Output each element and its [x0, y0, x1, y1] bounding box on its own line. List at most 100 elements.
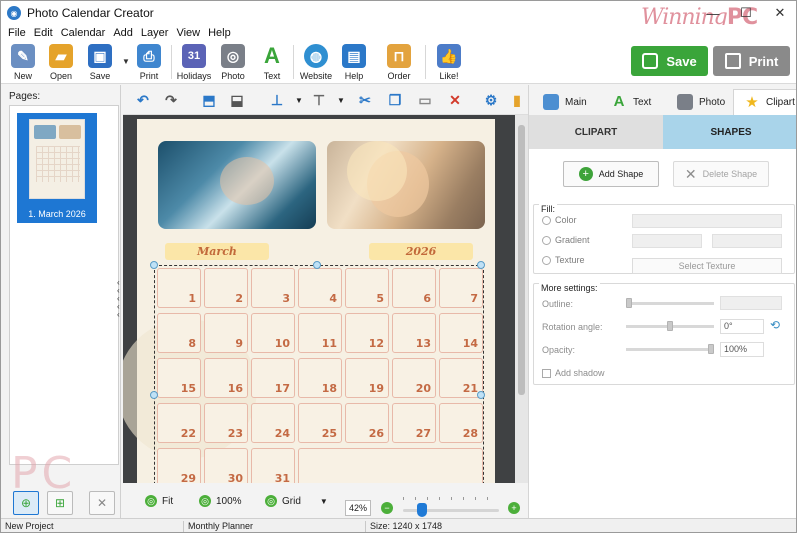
tab-main[interactable]: Main: [533, 89, 597, 115]
tab-text[interactable]: A Text: [601, 89, 665, 115]
rotation-slider-thumb[interactable]: [667, 321, 673, 331]
more-tools-icon[interactable]: ▮: [507, 90, 527, 110]
day-cell[interactable]: 23: [204, 403, 248, 443]
color-picker-field[interactable]: [632, 214, 782, 228]
text-button[interactable]: A Text: [252, 43, 292, 83]
grid-button[interactable]: ◎ Grid ▼: [265, 495, 328, 507]
day-cell[interactable]: 11: [298, 313, 342, 353]
fit-button[interactable]: ◎ Fit: [145, 495, 173, 507]
day-cell[interactable]: 28: [439, 403, 483, 443]
distribute-icon[interactable]: ⊤: [309, 90, 329, 110]
help-button[interactable]: ▤ Help: [334, 43, 374, 83]
zoom-slider-thumb[interactable]: [417, 503, 428, 517]
day-cell[interactable]: 15: [157, 358, 201, 398]
day-cell[interactable]: 29: [157, 448, 201, 483]
minimize-button[interactable]: —: [696, 1, 730, 25]
align-dropdown-icon[interactable]: ▼: [289, 90, 309, 110]
order-button[interactable]: ⊓ Order: [379, 43, 419, 83]
photo-frame-right[interactable]: [327, 141, 485, 229]
day-cell[interactable]: 12: [345, 313, 389, 353]
resize-handle[interactable]: [150, 391, 158, 399]
outline-color-field[interactable]: [720, 296, 782, 310]
rotate-tool-icon[interactable]: ⟲: [770, 318, 780, 332]
add-shadow-option[interactable]: Add shadow: [542, 368, 605, 378]
website-button[interactable]: ◍ Website: [296, 43, 336, 83]
day-cell[interactable]: 19: [345, 358, 389, 398]
design-canvas[interactable]: March 2026 1 2 3 4 5 6 7 8 9 10 11 12 13 14 15 16 17 18 19…: [123, 115, 528, 483]
day-cell[interactable]: 17: [251, 358, 295, 398]
day-cell[interactable]: 4: [298, 268, 342, 308]
scrollbar-thumb[interactable]: [518, 125, 525, 395]
add-shape-button[interactable]: + Add Shape: [563, 161, 659, 187]
year-label[interactable]: 2026: [369, 243, 473, 260]
zoom-100-button[interactable]: ◎ 100%: [199, 495, 242, 507]
outline-slider[interactable]: [626, 302, 714, 305]
bring-forward-icon[interactable]: ⬒: [199, 90, 219, 110]
day-cell[interactable]: 9: [204, 313, 248, 353]
menu-calendar[interactable]: Calendar: [61, 27, 106, 39]
save-button[interactable]: Save: [631, 46, 708, 76]
day-cell[interactable]: 14: [439, 313, 483, 353]
day-cell[interactable]: 27: [392, 403, 436, 443]
day-cell[interactable]: 24: [251, 403, 295, 443]
copy-icon[interactable]: ❐: [385, 90, 405, 110]
add-page-button[interactable]: ⊕: [13, 491, 39, 515]
distribute-dropdown-icon[interactable]: ▼: [331, 90, 351, 110]
day-cell[interactable]: 6: [392, 268, 436, 308]
menu-file[interactable]: File: [8, 27, 26, 39]
day-cell[interactable]: 16: [204, 358, 248, 398]
delete-shape-button[interactable]: ✕ Delete Shape: [673, 161, 769, 187]
menu-view[interactable]: View: [176, 27, 200, 39]
delete-page-button[interactable]: ✕: [89, 491, 115, 515]
opacity-value-field[interactable]: 100%: [720, 342, 764, 357]
day-cell[interactable]: 7: [439, 268, 483, 308]
open-button[interactable]: ▰ Open: [41, 43, 81, 83]
tab-photo[interactable]: Photo: [667, 89, 731, 115]
day-cell[interactable]: 21: [439, 358, 483, 398]
month-label[interactable]: March: [165, 243, 269, 260]
holidays-button[interactable]: 31 Holidays: [174, 43, 214, 83]
photo-frame-left[interactable]: [158, 141, 316, 229]
fill-color-option[interactable]: Color: [542, 215, 577, 225]
gradient-end-field[interactable]: [712, 234, 782, 248]
resize-handle[interactable]: [477, 391, 485, 399]
day-cell[interactable]: 5: [345, 268, 389, 308]
cut-icon[interactable]: ✂: [355, 90, 375, 110]
day-cell[interactable]: 3: [251, 268, 295, 308]
redo-icon[interactable]: ↷: [161, 90, 181, 110]
radio-button[interactable]: [542, 235, 551, 245]
outline-slider-thumb[interactable]: [626, 298, 632, 308]
day-cell[interactable]: 31: [251, 448, 295, 483]
align-icon[interactable]: ⊥: [267, 90, 287, 110]
subtab-clipart[interactable]: CLIPART: [529, 115, 663, 149]
menu-edit[interactable]: Edit: [34, 27, 53, 39]
zoom-in-icon[interactable]: +: [508, 502, 520, 514]
resize-handle[interactable]: [477, 261, 485, 269]
resize-handle[interactable]: [150, 261, 158, 269]
gradient-start-field[interactable]: [632, 234, 702, 248]
rotation-value-field[interactable]: 0°: [720, 319, 764, 334]
maximize-button[interactable]: ☐: [729, 1, 763, 25]
undo-icon[interactable]: ↶: [133, 90, 153, 110]
day-cell[interactable]: 20: [392, 358, 436, 398]
add-shadow-checkbox[interactable]: [542, 368, 551, 378]
page-thumbnail[interactable]: 1. March 2026: [17, 113, 97, 223]
duplicate-page-button[interactable]: ⊞: [47, 491, 73, 515]
opacity-slider[interactable]: [626, 348, 714, 351]
day-cell[interactable]: 25: [298, 403, 342, 443]
send-backward-icon[interactable]: ⬓: [227, 90, 247, 110]
canvas-vertical-scrollbar[interactable]: [515, 115, 528, 483]
like-button[interactable]: 👍 Like!: [429, 43, 469, 83]
print-toolbar-button[interactable]: ⎙ Print: [129, 43, 169, 83]
empty-notes-cell[interactable]: [298, 448, 483, 483]
subtab-shapes[interactable]: SHAPES: [663, 115, 796, 149]
zoom-value-field[interactable]: 42%: [345, 500, 371, 516]
day-cell[interactable]: 26: [345, 403, 389, 443]
day-cell[interactable]: 30: [204, 448, 248, 483]
grid-dropdown-icon[interactable]: ▼: [320, 497, 328, 506]
radio-button[interactable]: [542, 215, 551, 225]
day-cell[interactable]: 1: [157, 268, 201, 308]
fill-texture-option[interactable]: Texture: [542, 255, 585, 265]
day-cell[interactable]: 22: [157, 403, 201, 443]
new-button[interactable]: ✎ New: [3, 43, 43, 83]
